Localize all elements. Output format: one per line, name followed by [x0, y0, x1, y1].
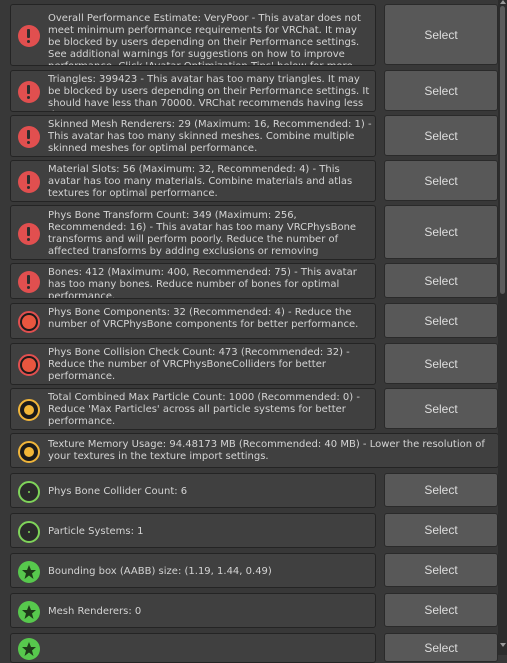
select-button[interactable]: Select: [384, 115, 498, 156]
error-icon: [18, 271, 40, 293]
select-button[interactable]: Select: [384, 160, 498, 201]
validation-message: Texture Memory Usage: 94.48173 MB (Recom…: [10, 433, 499, 468]
yellow-status-icon: [18, 399, 40, 421]
red-status-icon: [18, 311, 40, 333]
select-button[interactable]: Select: [384, 553, 498, 587]
validation-message: Phys Bone Collision Check Count: 473 (Re…: [10, 343, 376, 385]
validation-message: Mesh Renderers: 0: [10, 593, 376, 628]
error-icon: [18, 25, 40, 47]
select-button[interactable]: Select: [384, 388, 498, 429]
green-status-icon: [18, 481, 40, 503]
select-button[interactable]: Select: [384, 473, 498, 507]
error-icon: [18, 223, 40, 245]
green-status-icon: [18, 521, 40, 543]
message-text: Phys Bone Collision Check Count: 473 (Re…: [48, 347, 350, 382]
validation-message: Material Slots: 56 (Maximum: 32, Recomme…: [10, 160, 376, 202]
message-text: Mesh Renderers: 0: [48, 606, 142, 617]
validation-message: Bones: 412 (Maximum: 400, Recommended: 7…: [10, 263, 376, 299]
validation-message: Bounding box (AABB) size: (1.19, 1.44, 0…: [10, 553, 376, 588]
message-text: Phys Bone Transform Count: 349 (Maximum:…: [48, 210, 357, 259]
select-button[interactable]: Select: [384, 205, 498, 259]
validation-message: Overall Performance Estimate: VeryPoor -…: [10, 4, 376, 66]
scroll-down-arrow-icon[interactable]: [500, 643, 506, 647]
error-icon: [18, 81, 40, 103]
validation-message: Phys Bone Transform Count: 349 (Maximum:…: [10, 205, 376, 260]
message-text: Total Combined Max Particle Count: 1000 …: [48, 392, 360, 427]
vertical-scrollbar[interactable]: [498, 0, 507, 655]
yellow-status-icon: [18, 441, 40, 463]
validation-message: Phys Bone Components: 32 (Recommended: 4…: [10, 303, 376, 339]
message-text: Bounding box (AABB) size: (1.19, 1.44, 0…: [48, 566, 272, 577]
green-star-icon: [18, 601, 40, 623]
message-text: Phys Bone Components: 32 (Recommended: 4…: [48, 307, 359, 330]
select-button[interactable]: Select: [384, 303, 498, 338]
message-text: Skinned Mesh Renderers: 29 (Maximum: 16,…: [48, 119, 372, 154]
validation-message: Particle Systems: 1: [10, 513, 376, 548]
select-button[interactable]: Select: [384, 4, 498, 65]
message-text: Triangles: 399423 - This avatar has too …: [48, 74, 370, 111]
message-text: Overall Performance Estimate: VeryPoor -…: [48, 13, 361, 65]
message-text: Phys Bone Collider Count: 6: [48, 486, 188, 497]
select-button[interactable]: Select: [384, 343, 498, 384]
select-button[interactable]: Select: [384, 593, 498, 627]
scroll-up-arrow-icon[interactable]: [500, 0, 506, 4]
error-icon: [18, 126, 40, 148]
message-text: Bones: 412 (Maximum: 400, Recommended: 7…: [48, 267, 357, 299]
validation-message: Total Combined Max Particle Count: 1000 …: [10, 388, 376, 430]
select-button[interactable]: Select: [384, 633, 498, 662]
select-button[interactable]: Select: [384, 513, 498, 547]
validation-message: Skinned Mesh Renderers: 29 (Maximum: 16,…: [10, 115, 376, 157]
validation-list: Overall Performance Estimate: VeryPoor -…: [0, 0, 507, 663]
message-text: Texture Memory Usage: 94.48173 MB (Recom…: [48, 439, 485, 462]
scroll-thumb[interactable]: [500, 6, 505, 294]
message-text: Material Slots: 56 (Maximum: 32, Recomme…: [48, 164, 353, 199]
green-star-icon: [18, 561, 40, 583]
validation-message: [10, 633, 376, 663]
red-status-icon: [18, 354, 40, 376]
message-text: Particle Systems: 1: [48, 526, 144, 537]
select-button[interactable]: Select: [384, 70, 498, 111]
validation-message: Triangles: 399423 - This avatar has too …: [10, 70, 376, 112]
select-button[interactable]: Select: [384, 263, 498, 298]
error-icon: [18, 171, 40, 193]
green-star-icon: [18, 638, 40, 660]
validation-message: Phys Bone Collider Count: 6: [10, 473, 376, 508]
